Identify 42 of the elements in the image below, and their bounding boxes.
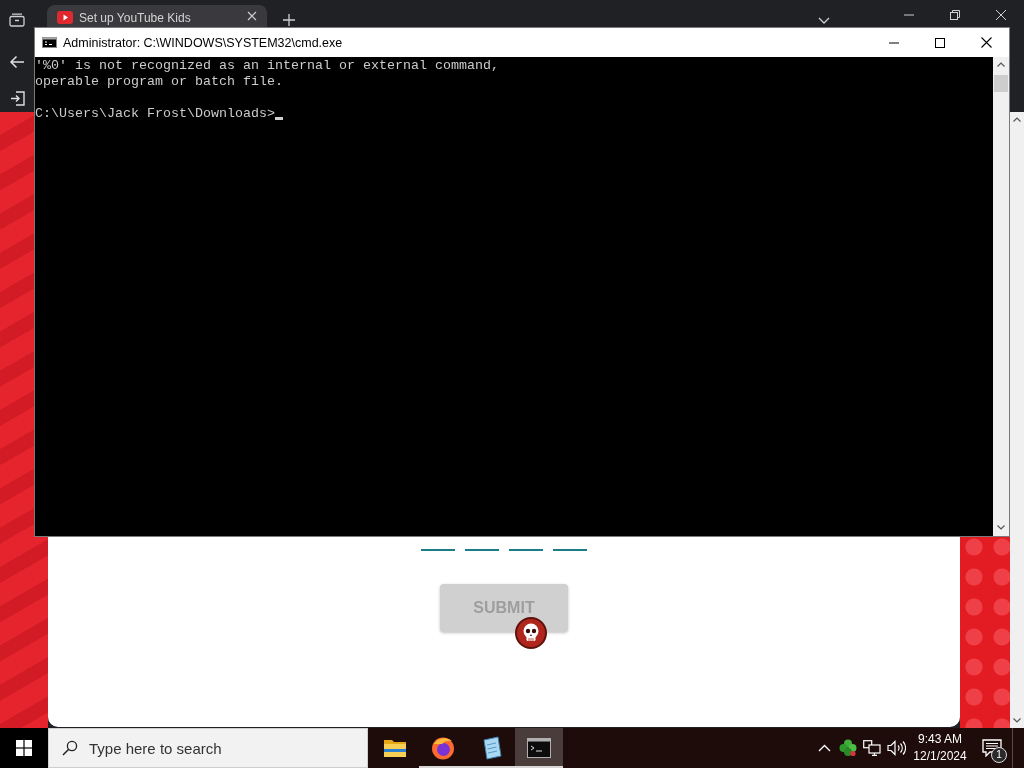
notification-icon[interactable] — [982, 739, 1002, 757]
minimize-icon[interactable] — [889, 41, 899, 44]
browser-icon — [431, 736, 455, 760]
clock-time[interactable]: 9:43 AM — [918, 731, 962, 748]
browser-tab[interactable]: Set up YouTube Kids — [47, 5, 267, 27]
scroll-up-icon[interactable] — [997, 62, 1005, 67]
skull-icon — [515, 617, 547, 649]
notification-badge: 1 — [991, 747, 1007, 763]
taskbar-app-button[interactable] — [515, 728, 563, 768]
terminal-icon — [527, 738, 551, 758]
network-icon[interactable] — [863, 740, 881, 756]
notepad-icon — [480, 736, 502, 760]
folder-icon — [383, 738, 407, 758]
console-output-line: '%0' is not recognized as an internal or external command, — [35, 58, 499, 73]
favicon-icon — [57, 11, 73, 24]
start-button[interactable] — [0, 728, 48, 768]
terminal-app-icon — [42, 37, 57, 48]
text-cursor-icon — [274, 117, 283, 120]
chevron-up-icon[interactable] — [817, 744, 831, 752]
restore-icon[interactable] — [950, 10, 960, 20]
console-output-line: operable program or batch file. — [35, 74, 283, 89]
scroll-down-icon[interactable] — [1013, 718, 1021, 723]
search-field[interactable]: Type here to search — [48, 728, 368, 768]
tab-actions-icon[interactable] — [9, 13, 25, 27]
back-arrow-icon[interactable] — [9, 55, 25, 69]
scrollbar-thumb[interactable] — [994, 75, 1008, 92]
windows-logo-icon — [16, 740, 32, 756]
volume-icon[interactable] — [886, 740, 906, 756]
chevron-down-icon[interactable] — [818, 17, 830, 24]
sign-in-icon[interactable] — [9, 90, 25, 106]
maximize-icon[interactable] — [935, 37, 945, 48]
scroll-down-icon[interactable] — [997, 525, 1005, 530]
new-tab-plus-icon[interactable] — [283, 14, 295, 26]
search-icon — [62, 740, 78, 756]
clock-date[interactable]: 12/1/2024 — [913, 748, 967, 765]
clover-icon[interactable] — [839, 739, 857, 757]
console-prompt: C:\Users\Jack Frost\Downloads> — [35, 106, 275, 121]
console-scrollbar[interactable] — [993, 57, 1009, 536]
window-title: Administrator: C:\WINDOWS\SYSTEM32\cmd.exe — [63, 35, 343, 50]
close-icon[interactable] — [980, 37, 992, 48]
scroll-up-icon[interactable] — [1013, 117, 1021, 122]
page-scrollbar[interactable] — [1010, 112, 1024, 728]
